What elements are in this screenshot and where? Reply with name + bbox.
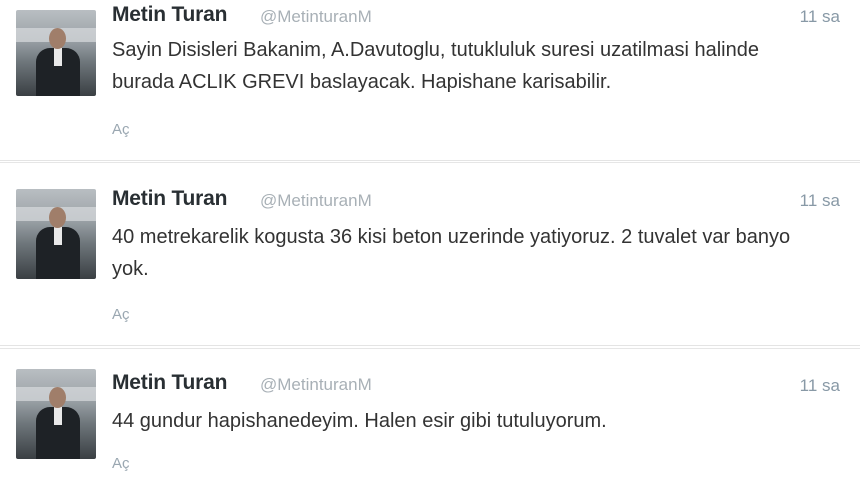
expand-link[interactable]: Aç xyxy=(112,306,130,323)
tweet-header: Metin Turan @MetinturanM 11 sa xyxy=(112,0,840,30)
tweet-author-name[interactable]: Metin Turan xyxy=(112,371,227,395)
tweet-author-handle[interactable]: @MetinturanM xyxy=(260,191,372,211)
tweet-item[interactable]: Metin Turan @MetinturanM 11 sa 40 metrek… xyxy=(0,162,860,346)
tweet-author-name[interactable]: Metin Turan xyxy=(112,187,227,211)
avatar-figure-collar xyxy=(54,407,62,425)
avatar-figure-collar xyxy=(54,48,62,66)
expand-link[interactable]: Aç xyxy=(112,121,130,138)
tweet-author-name[interactable]: Metin Turan xyxy=(112,3,227,27)
avatar-figure-head xyxy=(49,207,66,228)
tweet-item[interactable]: Metin Turan @MetinturanM 11 sa Sayin Dis… xyxy=(0,0,860,161)
tweet-timestamp[interactable]: 11 sa xyxy=(800,7,840,27)
tweet-header: Metin Turan @MetinturanM 11 sa xyxy=(112,163,840,210)
avatar-figure-head xyxy=(49,387,66,408)
tweet-content: Metin Turan @MetinturanM 11 sa 40 metrek… xyxy=(112,163,840,323)
tweet-item[interactable]: Metin Turan @MetinturanM 11 sa 44 gundur… xyxy=(0,348,860,480)
tweet-text: Sayin Disisleri Bakanim, A.Davutoglu, tu… xyxy=(112,39,759,93)
expand-link[interactable]: Aç xyxy=(112,455,130,472)
avatar[interactable] xyxy=(16,189,96,279)
tweet-content: Metin Turan @MetinturanM 11 sa Sayin Dis… xyxy=(112,0,840,138)
tweet-timestamp[interactable]: 11 sa xyxy=(800,191,840,211)
avatar[interactable] xyxy=(16,369,96,459)
tweet-author-handle[interactable]: @MetinturanM xyxy=(260,375,372,395)
tweet-header: Metin Turan @MetinturanM 11 sa xyxy=(112,349,840,395)
avatar[interactable] xyxy=(16,10,96,96)
tweet-timeline: Metin Turan @MetinturanM 11 sa Sayin Dis… xyxy=(0,0,860,480)
tweet-author-handle[interactable]: @MetinturanM xyxy=(260,7,372,27)
avatar-figure-head xyxy=(49,28,66,49)
tweet-content: Metin Turan @MetinturanM 11 sa 44 gundur… xyxy=(112,349,840,472)
tweet-text: 40 metrekarelik kogusta 36 kisi beton uz… xyxy=(112,226,791,280)
avatar-figure-collar xyxy=(54,227,62,245)
tweet-text: 44 gundur hapishanedeyim. Halen esir gib… xyxy=(112,410,607,432)
tweet-timestamp[interactable]: 11 sa xyxy=(800,376,840,396)
